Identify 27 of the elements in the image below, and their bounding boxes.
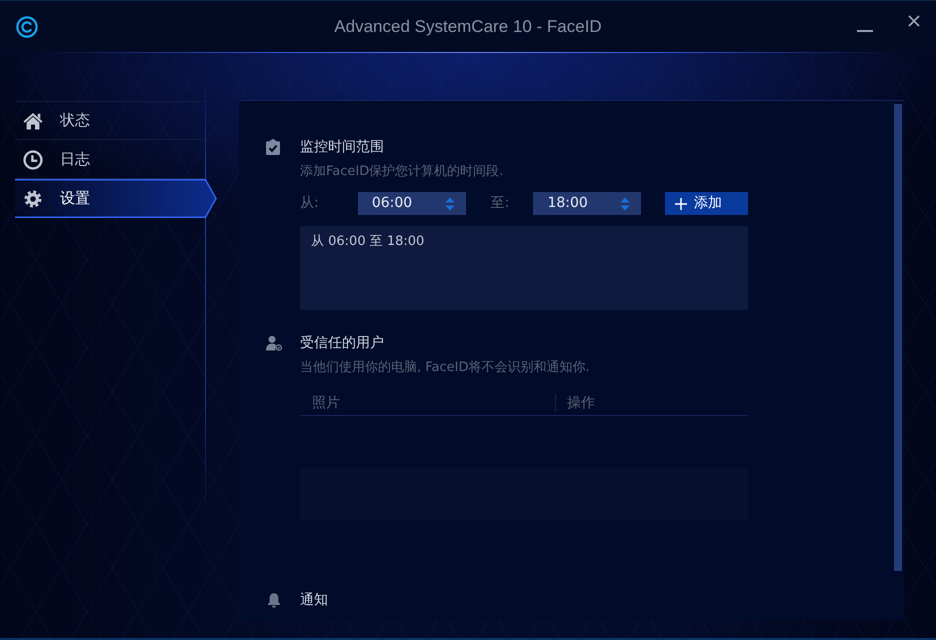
spin-arrows-icon: [444, 196, 455, 212]
spin-arrows-icon: [620, 196, 630, 212]
time-range-item[interactable]: 从 06:00 至 18:00: [300, 233, 436, 251]
section-title: 监控时间范围: [300, 138, 385, 157]
add-button[interactable]: 添加: [665, 192, 748, 215]
clipboard-check-icon: [266, 139, 280, 155]
plus-icon: [675, 198, 688, 210]
section-description: 添加FaceID保护您计算机的时间段.: [300, 163, 504, 181]
window-title: Advanced SystemCare 10 - FaceID: [333, 16, 603, 38]
home-icon: [23, 112, 43, 130]
time-label: 从:: [300, 194, 320, 213]
close-icon: [908, 14, 920, 26]
user-check-icon: [266, 335, 282, 351]
logo-icon: [16, 16, 38, 38]
table-header-cell-text: 操作: [566, 394, 595, 413]
section-title: 通知: [300, 591, 329, 610]
minimize-icon: [857, 30, 873, 32]
section-title: 受信任的用户: [300, 334, 385, 353]
gear-icon: [24, 190, 42, 208]
bell-icon: [266, 592, 282, 608]
time-spinbox[interactable]: 18:00: [533, 192, 642, 215]
clock-icon: [23, 150, 43, 170]
time-label: 至:: [490, 194, 510, 213]
scrollbar-thumb[interactable]: [894, 104, 902, 571]
section-description: 当他们使用你的电脑, FaceID将不会识别和通知你.: [300, 359, 591, 377]
sidebar-item[interactable]: 设置: [15, 179, 217, 218]
time-spinbox[interactable]: 06:00: [358, 192, 466, 215]
